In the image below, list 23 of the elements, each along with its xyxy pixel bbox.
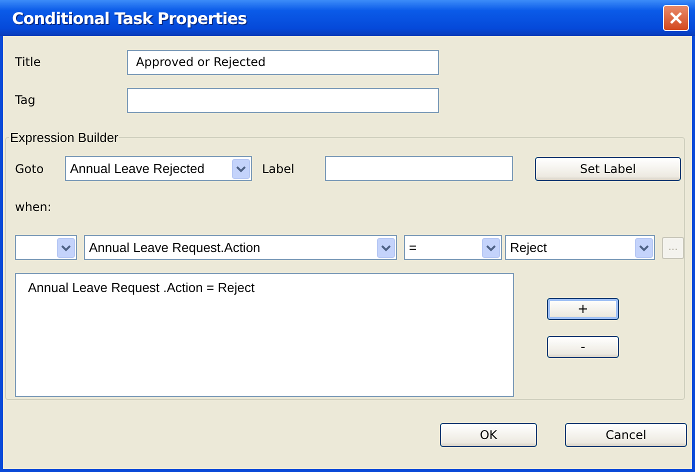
goto-dropdown[interactable]: Annual Leave Rejected bbox=[65, 156, 252, 181]
add-button[interactable]: + bbox=[547, 298, 619, 320]
when-label: when: bbox=[15, 200, 52, 216]
label-field[interactable] bbox=[325, 156, 513, 181]
condition-dropdown[interactable] bbox=[15, 235, 77, 260]
close-button[interactable] bbox=[663, 5, 689, 31]
condition-dropdown[interactable]: Reject bbox=[505, 235, 655, 260]
field-label: Tag bbox=[15, 93, 36, 107]
text-field[interactable] bbox=[127, 88, 439, 112]
close-icon bbox=[669, 11, 683, 25]
text-field[interactable]: Approved or Rejected bbox=[127, 50, 439, 74]
expression-item[interactable]: Annual Leave Request .Action = Reject bbox=[28, 280, 501, 295]
field-label: Label bbox=[262, 162, 296, 176]
field-label: Title bbox=[15, 55, 42, 69]
window-title: Conditional Task Properties bbox=[12, 8, 247, 28]
condition-dropdown[interactable]: Annual Leave Request.Action bbox=[84, 235, 397, 260]
cancel-button[interactable]: Cancel bbox=[565, 423, 687, 447]
condition-dropdown[interactable]: = bbox=[404, 235, 502, 260]
field-label: Goto bbox=[15, 162, 45, 176]
remove-button[interactable]: - bbox=[547, 336, 619, 358]
set-label-button[interactable]: Set Label bbox=[535, 156, 681, 180]
group-title: Expression Builder bbox=[9, 130, 120, 145]
ok-button[interactable]: OK bbox=[440, 423, 537, 447]
